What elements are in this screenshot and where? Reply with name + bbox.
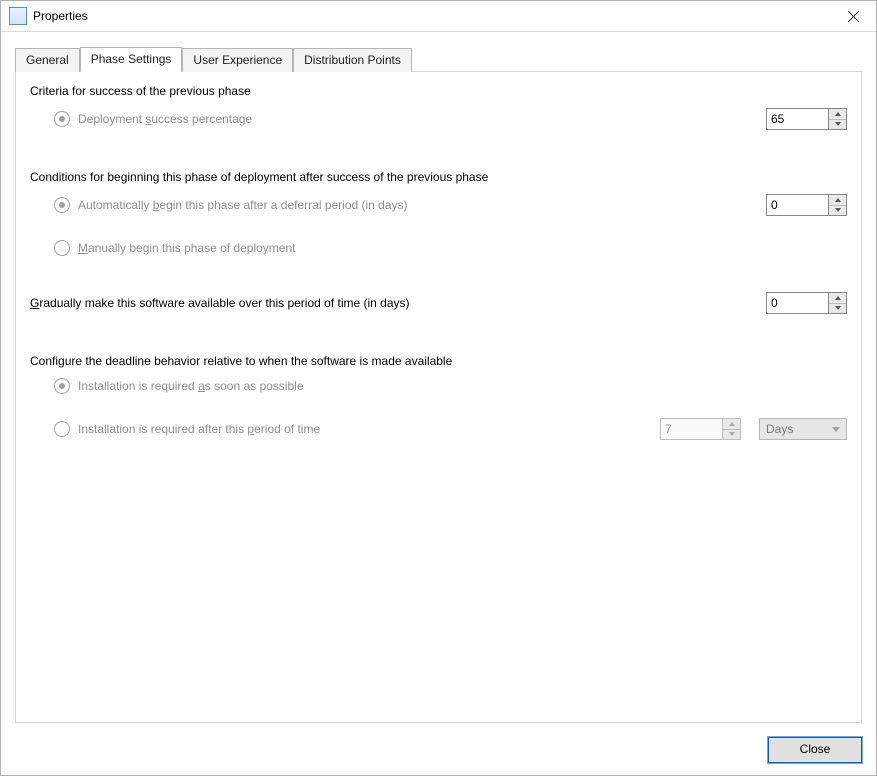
properties-dialog: Properties General Phase Settings User E… <box>0 0 877 776</box>
tab-distribution-points[interactable]: Distribution Points <box>293 48 412 72</box>
tab-panel: Criteria for success of the previous pha… <box>15 71 862 723</box>
spinner-down-icon[interactable] <box>829 303 846 314</box>
deferral-days-input[interactable] <box>766 194 828 216</box>
radio-manual-begin[interactable] <box>54 240 70 256</box>
gradual-days-input[interactable] <box>766 292 828 314</box>
radio-auto-begin-label: Automatically begin this phase after a d… <box>78 198 408 212</box>
spinner-down-icon[interactable] <box>829 205 846 216</box>
radio-asap[interactable] <box>54 378 70 394</box>
success-percentage-input[interactable] <box>766 108 828 130</box>
radio-success-percentage-label: Deployment success percentage <box>78 112 252 126</box>
radio-after-period[interactable] <box>54 421 70 437</box>
deadline-label: Configure the deadline behavior relative… <box>30 354 847 368</box>
tab-user-experience[interactable]: User Experience <box>182 48 293 72</box>
chevron-down-icon <box>832 427 840 432</box>
spinner-up-icon <box>723 419 740 429</box>
titlebar: Properties <box>1 1 876 32</box>
spinner-up-icon[interactable] <box>829 109 846 119</box>
conditions-label: Conditions for beginning this phase of d… <box>30 170 847 184</box>
radio-auto-begin[interactable] <box>54 197 70 213</box>
deadline-unit-combo: Days <box>759 418 847 440</box>
radio-after-period-label: Installation is required after this peri… <box>78 422 320 436</box>
spinner-down-icon[interactable] <box>829 119 846 130</box>
spinner-down-icon <box>723 429 740 440</box>
window-title: Properties <box>33 9 830 23</box>
close-icon[interactable] <box>830 1 876 31</box>
app-icon <box>9 7 27 25</box>
gradual-days-spinner[interactable] <box>766 292 847 314</box>
gradual-label: Gradually make this software available o… <box>30 296 410 310</box>
tabstrip: General Phase Settings User Experience D… <box>15 47 862 72</box>
criteria-label: Criteria for success of the previous pha… <box>30 84 847 98</box>
spinner-up-icon[interactable] <box>829 293 846 303</box>
success-percentage-spinner[interactable] <box>766 108 847 130</box>
radio-manual-begin-label: Manually begin this phase of deployment <box>78 241 295 255</box>
deferral-days-spinner[interactable] <box>766 194 847 216</box>
deadline-period-spinner <box>660 418 741 440</box>
spinner-up-icon[interactable] <box>829 195 846 205</box>
tab-general[interactable]: General <box>15 48 80 72</box>
deadline-period-input <box>660 418 722 440</box>
tab-phase-settings[interactable]: Phase Settings <box>80 47 183 72</box>
radio-asap-label: Installation is required as soon as poss… <box>78 379 304 393</box>
radio-success-percentage[interactable] <box>54 111 70 127</box>
close-button[interactable]: Close <box>768 737 862 763</box>
